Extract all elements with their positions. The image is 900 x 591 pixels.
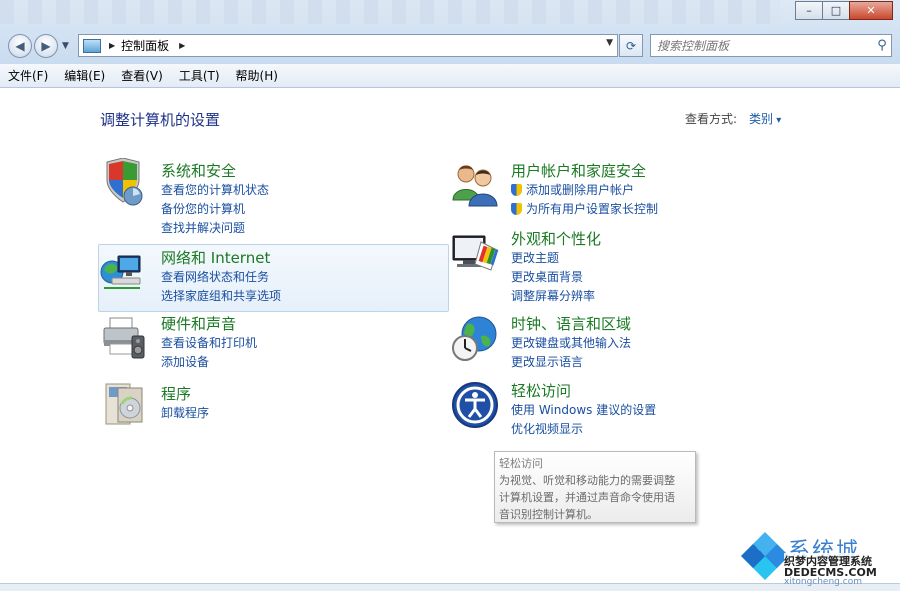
link-add-remove-accounts[interactable]: 添加或删除用户帐户 (511, 181, 658, 200)
watermark-logo-icon (740, 531, 790, 581)
page-title: 调整计算机的设置 (100, 111, 221, 129)
category-title[interactable]: 系统和安全 (161, 160, 269, 181)
category-title[interactable]: 时钟、语言和区域 (511, 313, 631, 334)
forward-button[interactable]: ▶ (34, 34, 58, 58)
menu-view[interactable]: 查看(V) (113, 67, 171, 84)
window-controls: – □ ✕ (795, 1, 893, 20)
breadcrumb-separator-icon[interactable]: ▶ (179, 41, 185, 50)
view-by-label: 查看方式: (685, 112, 738, 126)
category-title[interactable]: 硬件和声音 (161, 313, 257, 334)
minimize-button[interactable]: – (795, 1, 823, 20)
menu-edit[interactable]: 编辑(E) (56, 67, 113, 84)
search-box[interactable]: ⚲ (650, 34, 892, 57)
address-bar[interactable]: ▶ 控制面板 ▶ ▼ (78, 34, 618, 57)
link-optimize-video[interactable]: 优化视频显示 (511, 420, 656, 439)
users-icon[interactable] (451, 160, 499, 208)
uac-shield-icon (511, 203, 522, 215)
tooltip-line: 音识别控制计算机。 (499, 508, 598, 521)
category-appearance: 外观和个性化 更改主题 更改桌面背景 调整屏幕分辨率 (511, 228, 601, 306)
blurred-taskbar-strip (0, 0, 780, 24)
tooltip: 轻松访问 为视觉、听觉和移动能力的需要调整 计算机设置，并通过声音命令使用语 音… (494, 451, 696, 523)
watermark-line3: xitongcheng.com (784, 577, 862, 587)
link-add-device[interactable]: 添加设备 (161, 353, 257, 372)
link-network-status[interactable]: 查看网络状态和任务 (161, 268, 281, 287)
watermark: 系统城 织梦内容管理系统 DEDECMS.COM xitongcheng.com (740, 531, 894, 587)
category-title[interactable]: 用户帐户和家庭安全 (511, 160, 658, 181)
link-troubleshoot[interactable]: 查找并解决问题 (161, 219, 269, 238)
link-view-computer-status[interactable]: 查看您的计算机状态 (161, 181, 269, 200)
tooltip-title: 轻松访问 (499, 457, 543, 470)
menu-bar: 文件(F) 编辑(E) 查看(V) 工具(T) 帮助(H) (0, 64, 900, 88)
back-button[interactable]: ◀ (8, 34, 32, 58)
printer-icon[interactable] (100, 314, 148, 362)
category-title[interactable]: 外观和个性化 (511, 228, 601, 249)
forward-arrow-icon: ▶ (41, 39, 51, 53)
uac-shield-icon (511, 184, 522, 196)
accessibility-icon[interactable] (451, 381, 499, 429)
refresh-icon: ⟳ (625, 38, 637, 53)
tooltip-line: 计算机设置，并通过声音命令使用语 (499, 491, 675, 504)
menu-help[interactable]: 帮助(H) (228, 67, 286, 84)
link-text[interactable]: 添加或删除用户帐户 (526, 183, 634, 197)
menu-tools[interactable]: 工具(T) (171, 67, 228, 84)
title-bar: – □ ✕ ◀ ▶ ▼ ▶ 控制面板 ▶ ▼ ⟳ ⚲ (0, 0, 900, 64)
view-by-dropdown[interactable]: 类别 (749, 110, 781, 127)
menu-file[interactable]: 文件(F) (0, 67, 56, 84)
maximize-button[interactable]: □ (822, 1, 850, 20)
programs-icon[interactable] (100, 380, 148, 428)
back-arrow-icon: ◀ (15, 39, 25, 53)
link-desktop-background[interactable]: 更改桌面背景 (511, 268, 601, 287)
category-ease-of-access: 轻松访问 使用 Windows 建议的设置 优化视频显示 (511, 380, 656, 439)
link-text[interactable]: 为所有用户设置家长控制 (526, 202, 658, 216)
category-programs: 程序 卸载程序 (161, 383, 209, 423)
link-backup-computer[interactable]: 备份您的计算机 (161, 200, 269, 219)
link-uninstall-program[interactable]: 卸载程序 (161, 404, 209, 423)
control-panel-icon (83, 38, 101, 53)
category-network-internet: 网络和 Internet 查看网络状态和任务 选择家庭组和共享选项 (161, 247, 281, 306)
monitor-palette-icon[interactable] (451, 230, 499, 278)
category-title[interactable]: 网络和 Internet (161, 247, 281, 268)
category-hardware-sound: 硬件和声音 查看设备和打印机 添加设备 (161, 313, 257, 372)
globe-clock-icon[interactable] (451, 314, 499, 362)
navigation-buttons: ◀ ▶ ▼ (8, 34, 69, 58)
link-change-keyboard[interactable]: 更改键盘或其他输入法 (511, 334, 631, 353)
category-system-security: 系统和安全 查看您的计算机状态 备份您的计算机 查找并解决问题 (161, 160, 269, 238)
refresh-button[interactable]: ⟳ (619, 34, 643, 57)
category-clock-language-region: 时钟、语言和区域 更改键盘或其他输入法 更改显示语言 (511, 313, 631, 372)
link-parental-controls[interactable]: 为所有用户设置家长控制 (511, 200, 658, 219)
recent-pages-dropdown-icon[interactable]: ▼ (62, 41, 69, 51)
breadcrumb-separator-icon[interactable]: ▶ (109, 41, 115, 50)
close-button[interactable]: ✕ (849, 1, 893, 20)
link-windows-suggested-settings[interactable]: 使用 Windows 建议的设置 (511, 401, 656, 420)
network-icon[interactable] (100, 248, 148, 296)
bottom-frame (0, 583, 900, 591)
tooltip-line: 为视觉、听觉和移动能力的需要调整 (499, 474, 675, 487)
shield-icon[interactable] (101, 158, 149, 206)
search-icon[interactable]: ⚲ (873, 38, 891, 53)
control-panel-window: – □ ✕ ◀ ▶ ▼ ▶ 控制面板 ▶ ▼ ⟳ ⚲ 文件(F) 编辑(E) 查… (0, 0, 900, 591)
link-change-display-language[interactable]: 更改显示语言 (511, 353, 631, 372)
category-title[interactable]: 轻松访问 (511, 380, 656, 401)
link-change-theme[interactable]: 更改主题 (511, 249, 601, 268)
breadcrumb-control-panel[interactable]: 控制面板 (121, 37, 169, 54)
category-user-accounts: 用户帐户和家庭安全 添加或删除用户帐户 为所有用户设置家长控制 (511, 160, 658, 219)
search-input[interactable] (651, 37, 873, 54)
link-devices-printers[interactable]: 查看设备和打印机 (161, 334, 257, 353)
link-screen-resolution[interactable]: 调整屏幕分辨率 (511, 287, 601, 306)
category-title[interactable]: 程序 (161, 383, 209, 404)
link-homegroup-sharing[interactable]: 选择家庭组和共享选项 (161, 287, 281, 306)
address-dropdown-icon[interactable]: ▼ (606, 38, 613, 48)
